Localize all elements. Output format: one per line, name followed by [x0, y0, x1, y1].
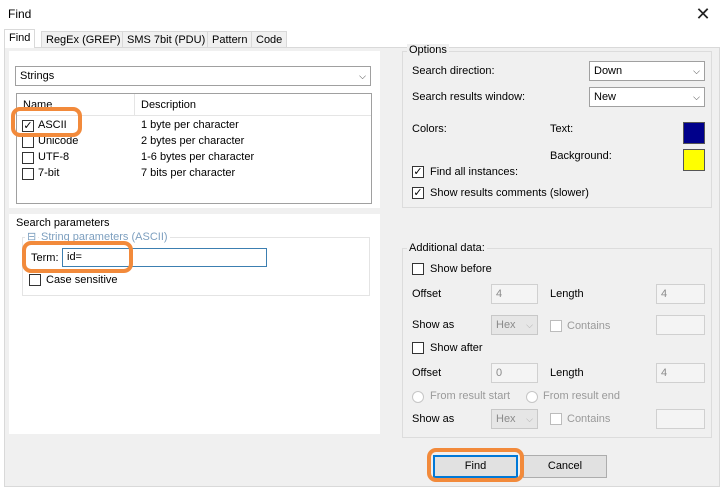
- search-direction-value: Down: [594, 65, 623, 77]
- search-type-select[interactable]: Strings ⌵: [15, 66, 371, 86]
- before-show-as-value: Hex: [496, 319, 516, 331]
- list-item-description: 2 bytes per character: [141, 135, 245, 147]
- 7bit-checkbox[interactable]: [22, 168, 34, 180]
- tab-code[interactable]: Code: [251, 31, 288, 48]
- find-all-label: Find all instances:: [430, 166, 519, 178]
- case-sensitive-checkbox[interactable]: [29, 274, 41, 286]
- case-sensitive-label: Case sensitive: [46, 274, 118, 286]
- list-item-description: 1-6 bytes per character: [141, 151, 255, 163]
- from-start-radio[interactable]: [412, 391, 424, 403]
- show-before-checkbox[interactable]: [412, 263, 424, 275]
- list-item[interactable]: UTF-8 1-6 bytes per character: [17, 150, 371, 166]
- text-color-label: Text:: [550, 123, 574, 135]
- after-offset-label: Offset: [412, 367, 442, 379]
- list-item-name: UTF-8: [38, 151, 70, 163]
- before-offset-label: Offset: [412, 288, 442, 300]
- background-color-label: Background:: [550, 150, 612, 162]
- ascii-highlight: [11, 107, 82, 137]
- show-comments-checkbox[interactable]: ✓: [412, 187, 424, 199]
- background-color-swatch[interactable]: [683, 149, 705, 171]
- before-length-label: Length: [550, 288, 584, 300]
- after-offset-value: 0: [496, 367, 503, 379]
- list-item-name: 7-bit: [38, 167, 60, 179]
- show-before-label: Show before: [430, 263, 492, 275]
- results-window-select[interactable]: New ⌵: [589, 87, 705, 107]
- before-length-input[interactable]: 4: [656, 284, 705, 304]
- cancel-button[interactable]: Cancel: [523, 455, 607, 478]
- column-header-description[interactable]: Description: [141, 99, 196, 111]
- before-contains-label: Contains: [567, 320, 611, 332]
- after-contains-input[interactable]: [656, 409, 705, 429]
- window-title: Find: [8, 7, 32, 21]
- find-button-highlight: [427, 448, 524, 482]
- before-contains-input[interactable]: [656, 315, 705, 335]
- list-item[interactable]: 7-bit 7 bits per character: [17, 166, 371, 182]
- text-color-swatch[interactable]: [683, 122, 705, 144]
- tab-regex[interactable]: RegEx (GREP): [41, 31, 126, 48]
- after-length-value: 4: [661, 367, 668, 379]
- before-show-as-select[interactable]: Hex ⌵: [491, 315, 538, 335]
- list-item-description: 1 byte per character: [141, 119, 239, 131]
- list-item-description: 7 bits per character: [141, 167, 236, 179]
- close-icon[interactable]: ✕: [686, 2, 720, 26]
- from-end-label: From result end: [543, 390, 621, 402]
- before-offset-input[interactable]: 4: [491, 284, 538, 304]
- after-offset-input[interactable]: 0: [491, 363, 538, 383]
- from-start-label: From result start: [430, 390, 511, 402]
- search-type-value: Strings: [20, 70, 55, 82]
- tab-pattern[interactable]: Pattern: [207, 31, 253, 48]
- chevron-down-icon: ⌵: [693, 66, 700, 76]
- show-comments-label: Show results comments (slower): [430, 187, 589, 199]
- after-show-as-value: Hex: [496, 413, 516, 425]
- results-window-value: New: [594, 91, 617, 103]
- search-direction-select[interactable]: Down ⌵: [589, 61, 705, 81]
- before-offset-value: 4: [496, 288, 503, 300]
- from-end-radio[interactable]: [526, 391, 538, 403]
- options-title: Options: [407, 44, 449, 56]
- title-bar: Find ✕: [0, 0, 723, 30]
- chevron-down-icon: ⌵: [693, 92, 700, 102]
- after-show-as-label: Show as: [412, 413, 455, 425]
- after-contains-label: Contains: [567, 413, 611, 425]
- chevron-down-icon: ⌵: [526, 320, 533, 330]
- unicode-checkbox[interactable]: [22, 136, 34, 148]
- additional-data-title: Additional data:: [407, 242, 487, 254]
- results-window-label: Search results window:: [412, 91, 526, 103]
- before-contains-checkbox[interactable]: [550, 320, 562, 332]
- column-divider[interactable]: [134, 94, 135, 116]
- before-length-value: 4: [661, 288, 668, 300]
- chevron-down-icon: ⌵: [526, 414, 533, 424]
- chevron-down-icon: ⌵: [359, 71, 366, 81]
- tab-find[interactable]: Find: [4, 29, 36, 48]
- show-after-checkbox[interactable]: [412, 342, 424, 354]
- term-highlight: [22, 241, 133, 273]
- after-show-as-select[interactable]: Hex ⌵: [491, 409, 538, 429]
- after-length-input[interactable]: 4: [656, 363, 705, 383]
- before-show-as-label: Show as: [412, 319, 455, 331]
- after-length-label: Length: [550, 367, 584, 379]
- show-after-label: Show after: [430, 342, 483, 354]
- utf8-checkbox[interactable]: [22, 152, 34, 164]
- find-all-checkbox[interactable]: ✓: [412, 166, 424, 178]
- colors-label: Colors:: [412, 123, 447, 135]
- section-divider: [9, 208, 380, 214]
- after-contains-checkbox[interactable]: [550, 413, 562, 425]
- tab-sms[interactable]: SMS 7bit (PDU): [122, 31, 211, 48]
- search-direction-label: Search direction:: [412, 65, 495, 77]
- search-parameters-title: Search parameters: [16, 217, 110, 229]
